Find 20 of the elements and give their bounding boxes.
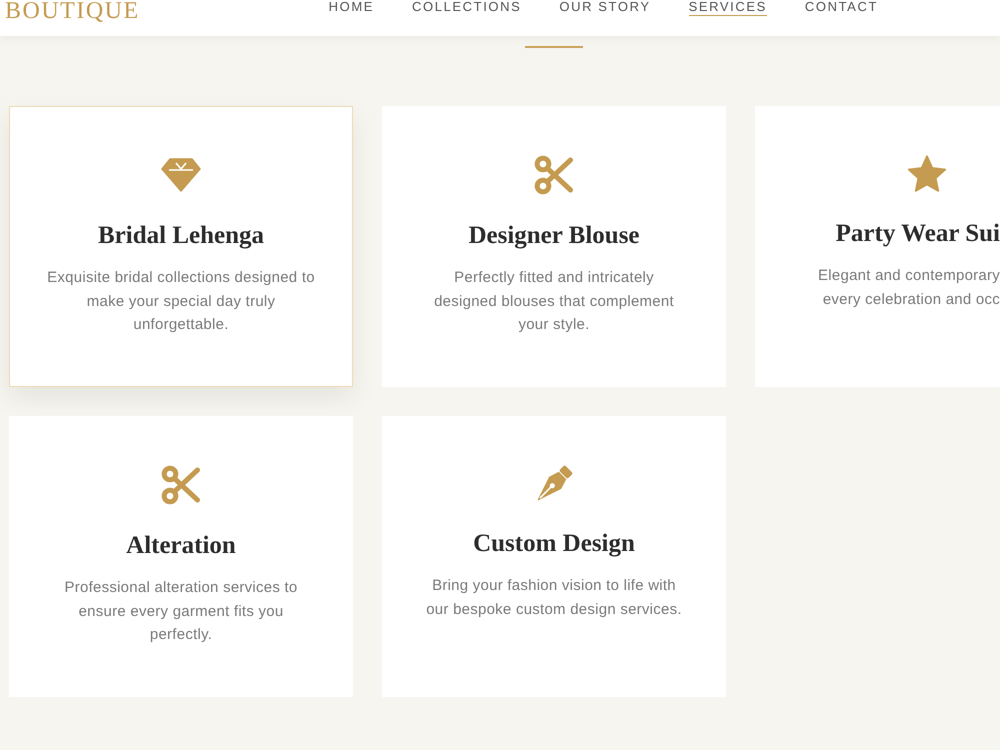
card-description: Bring your fashion vision to life with our bespoke custom design services. (426, 576, 682, 620)
nav-link[interactable]: HOME (328, 0, 374, 16)
card-description: Elegant and contemporary every celebration and occ (818, 266, 1000, 310)
card-description: Perfectly fitted and intricately designed blouses that complement your style. (434, 268, 674, 335)
card-description: Exquisite bridal collections designed to make your special day truly unforgettable. (47, 268, 315, 335)
nav-link[interactable]: CONTACT (804, 0, 878, 16)
diamond-icon (161, 158, 201, 192)
card-title: Bridal Lehenga (98, 221, 264, 251)
scissors-icon (534, 155, 574, 195)
card-title: Designer Blouse (468, 221, 640, 251)
card-description: Professional alteration services to ensure every garment fits you perfectly. (64, 578, 298, 645)
card-title: Custom Design (473, 529, 635, 559)
card-title: Party Wear Sui (836, 219, 1000, 249)
scissors-icon (161, 465, 201, 505)
nav-link[interactable]: SERVICES (688, 0, 767, 16)
card-title: Alteration (126, 531, 236, 561)
nav-link[interactable]: OUR STORY (559, 0, 651, 16)
section-divider (525, 46, 583, 48)
star-icon (907, 155, 947, 193)
nav-link[interactable]: COLLECTIONS (412, 0, 522, 16)
